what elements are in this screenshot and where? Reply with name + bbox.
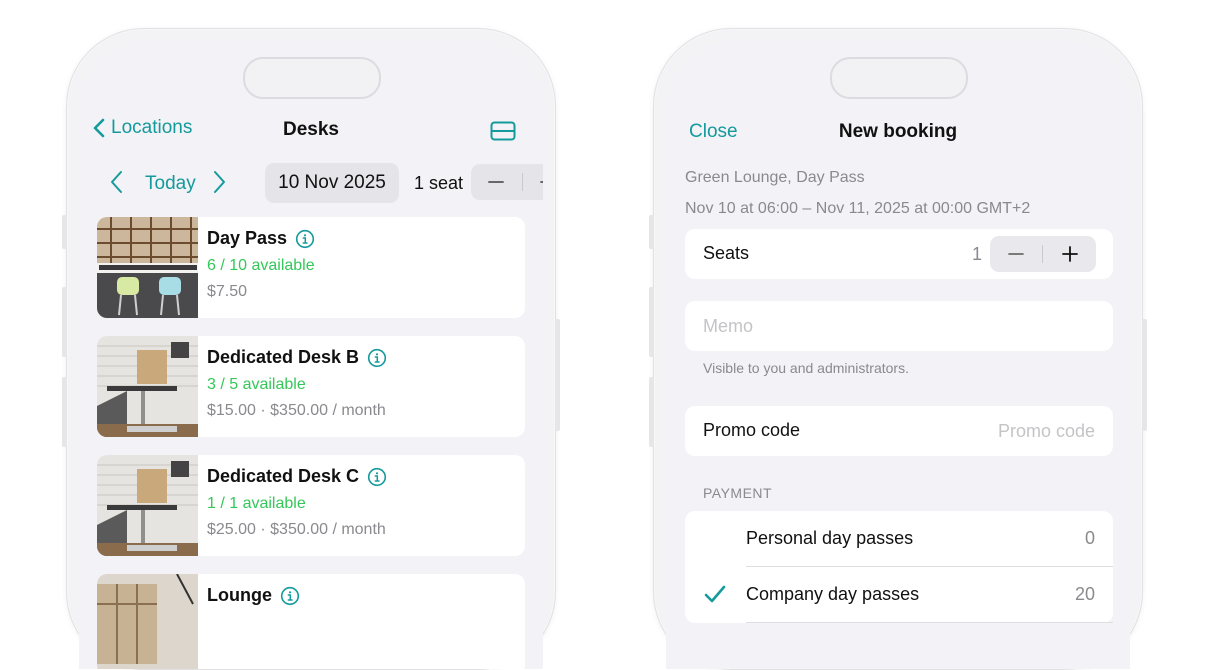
side-button [649,377,654,447]
checkmark-icon [704,584,726,609]
memo-hint: Visible to you and administrators. [703,360,909,376]
new-booking-screen: Close New booking Green Lounge, Day Pass… [666,41,1130,669]
info-icon[interactable] [295,229,315,249]
side-button [649,287,654,357]
payment-option-balance: 20 [1074,584,1095,604]
payment-option-personal[interactable]: Personal day passes 0 [685,511,1113,567]
info-icon[interactable] [280,586,300,606]
chevron-right-icon [214,171,225,193]
availability-label: 1 / 1 available [207,495,306,512]
desk-card-lounge[interactable]: Lounge [97,574,525,669]
memo-input[interactable] [703,301,1095,351]
page-title: Desks [283,119,339,140]
memo-row [685,301,1113,351]
price-label: $7.50 [207,283,248,300]
desk-photo [97,336,198,437]
promo-label: Promo code [703,420,801,440]
layout-rows-icon[interactable] [490,121,516,146]
memo-group [685,301,1113,351]
seats-stepper [990,236,1096,272]
side-button [62,377,67,447]
next-day-button[interactable] [213,170,227,199]
date-selector-bar: Today 10 Nov 2025 1 seat [79,163,543,203]
plus-icon [1061,246,1078,262]
side-button [555,319,560,431]
booking-resource-label: Green Lounge, Day Pass [685,169,865,186]
seats-value: 1 [972,244,983,264]
seats-label: Seats [703,243,750,263]
desk-list: Day Pass 6 / 10 available $7.50 Dedicate… [97,217,525,669]
desk-card-day-pass[interactable]: Day Pass 6 / 10 available $7.50 [97,217,525,318]
seat-count-label: 1 seat [414,173,464,193]
seat-decrement-button[interactable] [471,164,521,200]
desks-screen: Locations Desks Today 10 Nov 2025 1 seat [79,41,543,669]
minus-icon [488,181,504,183]
info-icon[interactable] [367,467,387,487]
seat-increment-button[interactable] [523,164,543,200]
chevron-left-icon [111,171,122,193]
side-button [649,215,654,249]
date-picker-button[interactable]: 10 Nov 2025 [265,163,399,203]
desk-card-dedicated-desk-c[interactable]: Dedicated Desk C 1 / 1 available $25.00 … [97,455,525,556]
promo-group: Promo code [685,406,1113,456]
booking-time-range-label: Nov 10 at 06:00 – Nov 11, 2025 at 00:00 … [685,200,1031,217]
desk-name: Dedicated Desk B [207,347,360,367]
availability-label: 6 / 10 available [207,257,315,274]
payment-option-company[interactable]: Company day passes 20 [685,567,1113,623]
price-label: $15.00 · $350.00 / month [207,402,386,419]
seats-row: Seats 1 [685,229,1113,279]
desk-photo [97,217,198,318]
desk-name: Day Pass [207,228,288,248]
promo-code-input[interactable] [915,406,1095,456]
navigation-bar: Locations Desks [79,113,543,147]
payment-section-header: PAYMENT [703,485,773,501]
availability-label: 3 / 5 available [207,376,306,393]
desk-name: Dedicated Desk C [207,466,360,486]
desk-card-dedicated-desk-b[interactable]: Dedicated Desk B 3 / 5 available $15.00 … [97,336,525,437]
minus-icon [1008,253,1024,255]
price-label: $25.00 · $350.00 / month [207,521,386,538]
previous-day-button[interactable] [109,170,123,199]
desk-photo [97,455,198,556]
seat-stepper [471,164,543,200]
desk-name: Lounge [207,585,272,605]
payment-options-group: Personal day passes 0 Company day passes… [685,511,1113,623]
phone-frame-new-booking: Close New booking Green Lounge, Day Pass… [649,28,1147,670]
row-divider [746,622,1113,623]
seats-group: Seats 1 [685,229,1113,279]
info-icon[interactable] [367,348,387,368]
plus-icon [540,181,543,183]
desk-photo [97,574,198,669]
dynamic-island [243,57,381,99]
side-button [1142,319,1147,431]
phone-frame-desks: Locations Desks Today 10 Nov 2025 1 seat [62,28,560,670]
today-button[interactable]: Today [145,173,196,195]
seats-decrement-button[interactable] [990,236,1042,272]
seats-increment-button[interactable] [1043,236,1096,272]
payment-option-label: Company day passes [746,584,920,604]
payment-option-balance: 0 [1084,528,1095,548]
promo-row: Promo code [685,406,1113,456]
page-title: New booking [838,121,958,142]
side-button [62,215,67,249]
side-button [62,287,67,357]
payment-option-label: Personal day passes [746,528,914,548]
dynamic-island [830,57,968,99]
